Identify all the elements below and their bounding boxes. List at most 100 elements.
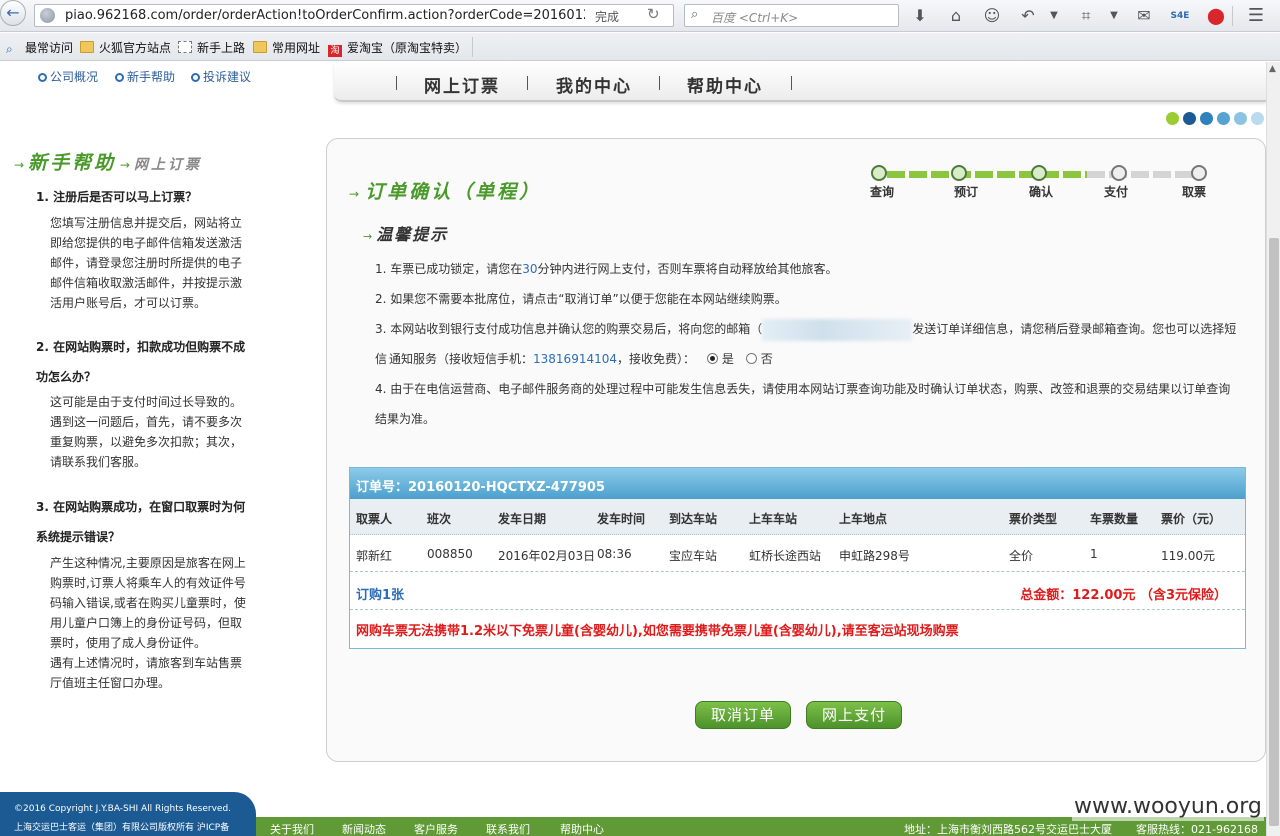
undo-icon[interactable]: ↶ [1016, 4, 1040, 28]
company-text: 上海交运巴士客运（集团）有限公司版权所有 沪ICP备 [14, 823, 230, 833]
col-header: 班次 [427, 512, 452, 526]
col-header: 发车时间 [597, 512, 646, 526]
nav-divider [527, 76, 528, 90]
cell-date: 2016年02月03日 [498, 549, 596, 563]
step-node-5 [1191, 165, 1207, 181]
step-label-1: 查询 [870, 185, 895, 199]
bookmark-aitaobao[interactable]: 淘爱淘宝（原淘宝特卖） [328, 39, 467, 57]
footer-link-service[interactable]: 客户服务 [414, 821, 458, 836]
cell-price: 119.00元 [1161, 549, 1215, 563]
comment-icon[interactable]: ✉ [1132, 4, 1156, 28]
search-input[interactable]: ⌕ 百度 <Ctrl+K> [684, 4, 899, 27]
skin-dot-light[interactable] [1234, 112, 1247, 125]
chevron-down-icon[interactable]: ▼ [1042, 4, 1066, 28]
bullet-icon [38, 73, 47, 82]
bookmark-firefox-site[interactable]: 火狐官方站点 [80, 39, 171, 56]
nav-my-center[interactable]: 我的中心 [556, 72, 632, 97]
arrow-icon: → [14, 158, 25, 172]
bullet-icon [115, 73, 124, 82]
cell-fare-type: 全价 [1009, 549, 1034, 563]
page-icon [178, 41, 192, 53]
skin-dot-pale[interactable] [1251, 112, 1264, 125]
search-icon: ⌕ [6, 42, 13, 56]
footer-copyright: ©2016 Copyright J.Y.BA-SHI All Rights Re… [0, 792, 256, 836]
search-icon: ⌕ [691, 7, 699, 22]
sms-no-radio[interactable] [745, 353, 757, 364]
bookmarks-divider [472, 37, 473, 57]
progress-pending [1087, 171, 1197, 178]
nav-help-center[interactable]: 帮助中心 [687, 72, 763, 97]
step-label-3: 确认 [1029, 185, 1054, 199]
scroll-thumb[interactable] [1269, 238, 1279, 826]
link-company-overview[interactable]: 公司概况 [38, 68, 98, 85]
help-answer-3: 产生这种情况,主要原因是旅客在网上购票时,订票人将乘车人的有效证件号码输入错误,… [50, 556, 246, 650]
url-text[interactable]: piao.962168.com/order/orderAction!toOrde… [65, 8, 585, 23]
nav-divider [659, 76, 660, 90]
skin-dot-navy[interactable] [1183, 112, 1196, 125]
skin-dot-green[interactable] [1166, 112, 1179, 125]
back-icon[interactable]: ← [0, 0, 26, 26]
adblock-icon[interactable]: ⬤ [1204, 4, 1228, 28]
folder-icon [253, 41, 267, 53]
col-header: 发车日期 [498, 512, 547, 526]
menu-icon[interactable]: ☰ [1244, 4, 1268, 28]
table-row: 郭新红 008850 2016年02月03日 08:36 宝应车站 虹桥长途西站… [350, 535, 1245, 572]
chat-icon[interactable]: ☺ [980, 4, 1004, 28]
redacted-email [762, 318, 913, 341]
col-header: 上车地点 [839, 512, 888, 526]
folder-icon [80, 41, 94, 53]
help-question-1: 1. 注册后是否可以马上订票？ [36, 190, 198, 204]
url-bar[interactable]: piao.962168.com/order/orderAction!toOrde… [34, 4, 674, 27]
home-icon[interactable]: ⌂ [944, 4, 968, 28]
skin-dot-blue[interactable] [1200, 112, 1213, 125]
sms-yes-radio[interactable] [706, 353, 718, 364]
step-label-5: 取票 [1182, 185, 1207, 199]
pay-online-button[interactable]: 网上支付 [806, 701, 902, 729]
bookmark-most-visited[interactable]: ⌕ 最常访问 [6, 39, 73, 56]
scroll-up-icon[interactable]: ▲ [1269, 64, 1276, 74]
footer-link-help[interactable]: 帮助中心 [560, 821, 604, 836]
bookmark-getting-started[interactable]: 新手上路 [178, 39, 245, 56]
link-newbie-help[interactable]: 新手帮助 [115, 68, 175, 85]
progress-done [887, 171, 1087, 178]
chevron-down-icon[interactable]: ▼ [1102, 4, 1126, 28]
s4e-icon[interactable]: S4E [1168, 4, 1192, 28]
order-table: 订单号：20160120-HQCTXZ-477905 取票人 班次 发车日期 发… [349, 467, 1246, 649]
reload-icon[interactable]: ↻ [647, 5, 660, 23]
arrow-icon: → [119, 158, 130, 172]
footer-address: 地址：上海市衡刘西路562号交运巴士大厦 [904, 823, 1112, 836]
order-number-header: 订单号：20160120-HQCTXZ-477905 [350, 468, 1245, 499]
col-header: 上车车站 [749, 512, 798, 526]
nav-divider [791, 76, 792, 90]
web-page: 公司概况 新手帮助 投诉建议 网上订票 我的中心 帮助中心 → 新手帮助 → 网上订… [0, 62, 1266, 836]
footer-link-news[interactable]: 新闻动态 [342, 821, 386, 836]
link-complaints[interactable]: 投诉建议 [191, 68, 251, 85]
browser-navbar: ← piao.962168.com/order/orderAction!toOr… [0, 0, 1280, 32]
col-header: 票价（元） [1161, 512, 1222, 526]
total-amount: 总金额：122.00元 （含3元保险） [1020, 588, 1227, 603]
arrow-icon: → [363, 230, 373, 243]
footer-link-contact[interactable]: 联系我们 [486, 821, 530, 836]
table-header: 取票人 班次 发车日期 发车时间 到达车站 上车车站 上车地点 票价类型 车票数… [350, 499, 1245, 535]
step-node-3 [1031, 165, 1047, 181]
skin-dot-sky[interactable] [1217, 112, 1230, 125]
footer-hotline: 客服热线：021-962168 [1136, 823, 1258, 836]
scrollbar[interactable]: ▲ [1266, 62, 1280, 836]
toolbar-divider [1232, 6, 1233, 26]
col-header: 取票人 [356, 512, 393, 526]
cancel-order-button[interactable]: 取消订单 [695, 701, 791, 729]
step-label-2: 预订 [954, 185, 979, 199]
step-label-4: 支付 [1104, 185, 1129, 199]
help-question-2: 2. 在网站购票时，扣款成功但购票不成功怎么办？ [36, 340, 246, 384]
step-node-1 [871, 165, 887, 181]
order-confirm-panel: → 订单确认（单程） → 温馨提示 查询 预订 确认 支付 取票 1. 车票已成功锁… [326, 138, 1266, 762]
child-ticket-warning: 网购车票无法携带1.2米以下免票儿童(含婴幼儿),如您需要携带免票儿童(含婴幼儿… [356, 624, 959, 639]
bookmark-common-sites[interactable]: 常用网址 [253, 39, 320, 56]
tip-4: 4. 由于在电信运营商、电子邮件服务商的处理过程中可能发生信息丢失，请使用本网站… [375, 382, 1231, 426]
cell-time: 08:36 [597, 547, 632, 561]
footer-link-about[interactable]: 关于我们 [270, 821, 314, 836]
crop-icon[interactable]: ⌗ [1074, 4, 1098, 28]
download-icon[interactable]: ⬇ [908, 4, 932, 28]
nav-online-booking[interactable]: 网上订票 [424, 72, 500, 97]
arrow-icon: → [349, 187, 360, 201]
